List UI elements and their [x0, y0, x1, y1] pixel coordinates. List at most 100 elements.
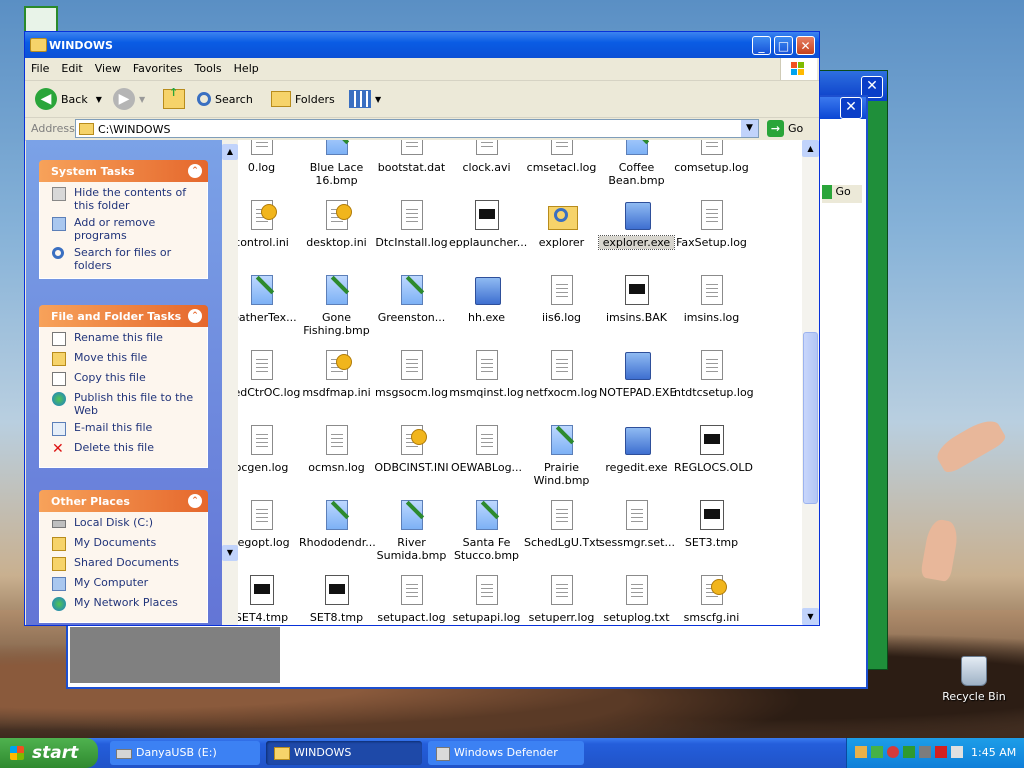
file-item[interactable]: Prairie Wind.bmp — [524, 425, 599, 487]
menu-tools[interactable]: Tools — [189, 58, 228, 75]
collapse-chevron-icon[interactable]: ⌃ — [188, 309, 202, 323]
tray-icon[interactable] — [903, 746, 915, 758]
up-folder-button[interactable]: ↑ — [163, 86, 185, 111]
address-input[interactable]: C:\WINDOWS ▼ — [75, 119, 759, 138]
forward-button[interactable]: ▶ ▼ — [113, 87, 145, 111]
place-local-disk[interactable]: Local Disk (C:) — [50, 516, 201, 536]
file-folder-tasks-header[interactable]: File and Folder Tasks ⌃ — [39, 305, 208, 327]
file-item[interactable]: imsins.log — [674, 275, 749, 324]
file-item[interactable]: Blue Lace 16.bmp — [299, 140, 374, 187]
file-item[interactable]: smscfg.ini — [674, 575, 749, 624]
file-item[interactable]: SET8.tmp — [299, 575, 374, 624]
close-icon[interactable]: ✕ — [840, 97, 862, 119]
collapse-chevron-icon[interactable]: ⌃ — [188, 164, 202, 178]
file-item[interactable]: OEWABLog... — [449, 425, 524, 474]
place-my-documents[interactable]: My Documents — [50, 536, 201, 556]
go-button[interactable]: → Go — [767, 120, 803, 137]
speaker-icon[interactable] — [951, 746, 963, 758]
file-item[interactable]: setupapi.log — [449, 575, 524, 624]
file-item[interactable]: NOTEPAD.EXE — [599, 350, 676, 399]
file-item[interactable]: msdfmap.ini — [299, 350, 374, 399]
menu-help[interactable]: Help — [228, 58, 265, 75]
file-item[interactable]: Coffee Bean.bmp — [599, 140, 674, 187]
file-item[interactable]: netfxocm.log — [524, 350, 599, 399]
tray-icon[interactable] — [871, 746, 883, 758]
file-item[interactable]: 0.log — [238, 140, 299, 174]
file-item[interactable]: msgsocm.log — [374, 350, 449, 399]
file-item[interactable]: hh.exe — [449, 275, 524, 324]
system-tasks-header[interactable]: System Tasks ⌃ — [39, 160, 208, 182]
file-item[interactable]: clock.avi — [449, 140, 524, 174]
task-copy[interactable]: Copy this file — [50, 371, 201, 391]
other-places-header[interactable]: Other Places ⌃ — [39, 490, 208, 512]
file-item[interactable]: control.ini — [238, 200, 299, 249]
menu-edit[interactable]: Edit — [55, 58, 88, 75]
file-item[interactable]: regedit.exe — [599, 425, 674, 474]
file-item[interactable]: SET3.tmp — [674, 500, 749, 549]
place-my-network[interactable]: My Network Places — [50, 596, 201, 616]
background-go-icon[interactable]: Go — [822, 185, 862, 203]
taskbar-item-windows[interactable]: WINDOWS — [266, 741, 422, 765]
scroll-down-icon[interactable]: ▼ — [222, 545, 238, 561]
file-item[interactable]: setuplog.txt — [599, 575, 674, 624]
place-my-computer[interactable]: My Computer — [50, 576, 201, 596]
scroll-up-icon[interactable]: ▲ — [222, 144, 238, 160]
file-item[interactable]: ocmsn.log — [299, 425, 374, 474]
scroll-up-icon[interactable]: ▲ — [802, 140, 819, 157]
file-item[interactable]: msmqinst.log — [449, 350, 524, 399]
file-item[interactable]: explorer.exe — [598, 200, 675, 250]
search-button[interactable]: Search — [197, 87, 253, 111]
scroll-thumb[interactable] — [803, 332, 818, 504]
file-item[interactable]: setupact.log — [374, 575, 449, 624]
file-item[interactable]: sessmgr.set... — [599, 500, 675, 549]
chevron-down-icon[interactable]: ▼ — [139, 95, 145, 104]
menu-file[interactable]: File — [25, 58, 55, 75]
file-item[interactable]: regopt.log — [238, 500, 299, 549]
file-item[interactable]: MedCtrOC.log — [238, 350, 300, 399]
file-item[interactable]: DtcInstall.log — [374, 200, 449, 249]
chevron-down-icon[interactable]: ▼ — [741, 120, 758, 137]
title-bar[interactable]: WINDOWS _ □ ✕ — [25, 32, 819, 58]
tray-icon[interactable] — [887, 746, 899, 758]
file-item[interactable]: Greenston... — [374, 275, 449, 324]
vertical-scrollbar[interactable]: ▲ ▼ — [802, 140, 819, 625]
taskbar-item-danyausb[interactable]: DanyaUSB (E:) — [110, 741, 260, 765]
collapse-chevron-icon[interactable]: ⌃ — [188, 494, 202, 508]
task-pane-scrollbar[interactable]: ▲ ▼ — [222, 140, 238, 625]
tray-icon[interactable] — [935, 746, 947, 758]
tray-icon[interactable] — [919, 746, 931, 758]
file-item[interactable]: SchedLgU.Txt — [524, 500, 600, 549]
back-button[interactable]: ◀ Back ▼ — [35, 87, 102, 111]
close-button[interactable]: ✕ — [796, 36, 815, 55]
chevron-down-icon[interactable]: ▼ — [96, 95, 102, 104]
file-item[interactable]: setuperr.log — [524, 575, 599, 624]
task-email[interactable]: E-mail this file — [50, 421, 201, 441]
recycle-bin[interactable]: Recycle Bin — [942, 656, 1006, 703]
minimize-button[interactable]: _ — [752, 36, 771, 55]
file-item[interactable]: iis6.log — [524, 275, 599, 324]
maximize-button[interactable]: □ — [774, 36, 793, 55]
file-item[interactable]: FaxSetup.log — [674, 200, 749, 249]
file-item[interactable]: cmsetacl.log — [524, 140, 599, 174]
tray-icon[interactable] — [855, 746, 867, 758]
place-shared-documents[interactable]: Shared Documents — [50, 556, 201, 576]
task-delete[interactable]: ✕ Delete this file — [50, 441, 201, 461]
task-add-remove-programs[interactable]: Add or remove programs — [50, 216, 201, 246]
file-item[interactable]: desktop.ini — [299, 200, 374, 249]
file-item[interactable]: ocgen.log — [238, 425, 299, 474]
start-button[interactable]: start — [0, 738, 98, 768]
task-hide-contents[interactable]: Hide the contents of this folder — [50, 186, 201, 216]
file-item[interactable]: River Sumida.bmp — [374, 500, 449, 562]
task-publish-web[interactable]: Publish this file to the Web — [50, 391, 201, 421]
task-rename[interactable]: Rename this file — [50, 331, 201, 351]
views-button[interactable]: ▼ — [349, 87, 381, 111]
file-item[interactable]: Gone Fishing.bmp — [299, 275, 374, 337]
file-item[interactable]: imsins.BAK — [599, 275, 674, 324]
file-item[interactable]: comsetup.log — [674, 140, 749, 174]
taskbar-item-defender[interactable]: Windows Defender — [428, 741, 584, 765]
menu-favorites[interactable]: Favorites — [127, 58, 189, 75]
desktop-shortcut-icon[interactable] — [24, 6, 58, 34]
file-item[interactable]: explorer — [524, 200, 599, 249]
menu-view[interactable]: View — [89, 58, 127, 75]
chevron-down-icon[interactable]: ▼ — [375, 95, 381, 104]
